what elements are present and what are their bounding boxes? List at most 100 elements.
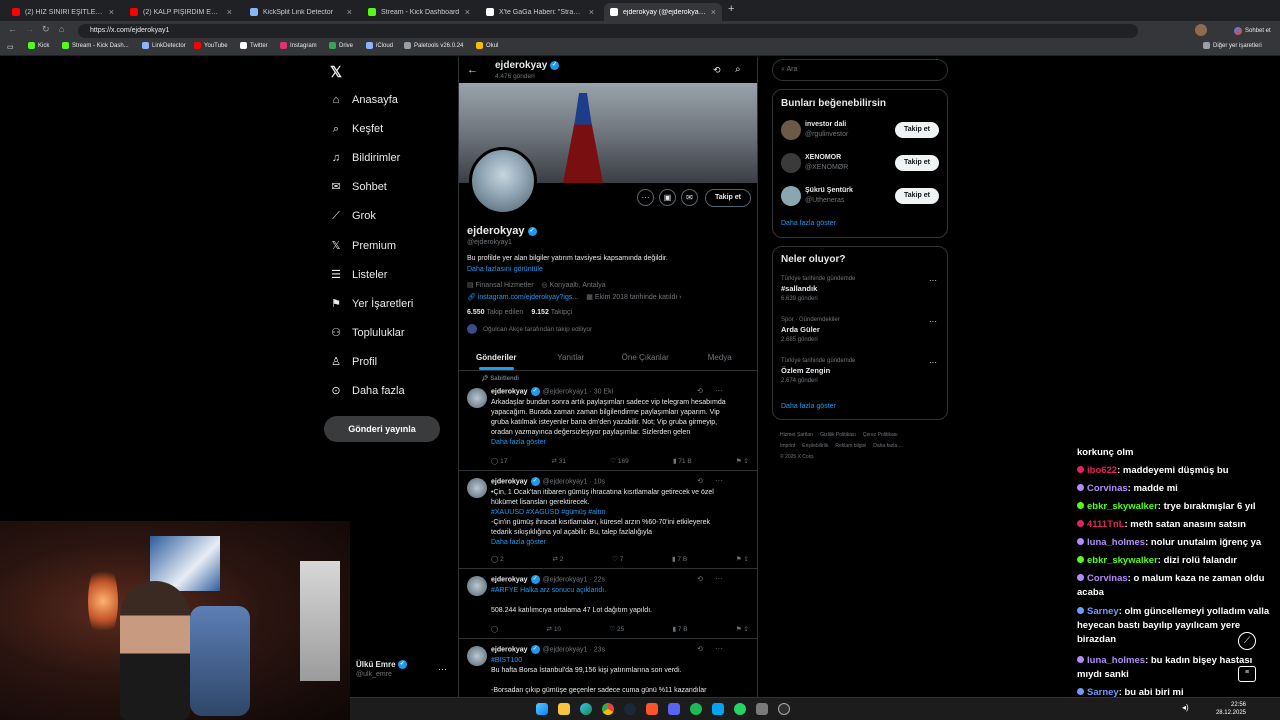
app-icon[interactable] <box>712 703 724 715</box>
tweet[interactable]: ejderokyay ✓ @ejderokyay1 · 22s ⟲ ··· #ARFYE … <box>459 569 757 639</box>
trends-more-link[interactable]: Daha fazla göster <box>781 403 836 410</box>
followers-stat[interactable]: 9.152 Takipçi <box>531 309 572 316</box>
tweet-avatar[interactable] <box>467 576 487 596</box>
url-field[interactable]: https://x.com/ejderokyay1 <box>78 24 1138 38</box>
tweet[interactable]: ejderokyay ✓ @ejderokyay1 · 23s ⟲ ··· #BIST10… <box>459 639 757 697</box>
trend-item[interactable]: Spor · Gündemdekiler Arda Güler 2.685 gönd… <box>781 317 941 343</box>
sidebar-item-grok[interactable]: ⟋ Grok <box>330 210 376 222</box>
browser-tab[interactable]: X'te GaGa Haberi: "Stranger Things" × <box>480 3 600 21</box>
sidebar-item-daha-fazla[interactable]: ⊙ Daha fazla <box>330 385 404 397</box>
apps-grid-icon[interactable]: ▭ <box>7 43 14 51</box>
sidebar-item-anasayfa[interactable]: ⌂ Anasayfa <box>330 94 398 106</box>
bookmark-icon[interactable]: ⚑ <box>736 458 744 465</box>
chat-username[interactable]: Corvinas <box>1087 573 1128 584</box>
close-tab-icon[interactable]: × <box>347 7 352 17</box>
suggestion-avatar[interactable] <box>781 120 801 140</box>
footer-link[interactable]: Daha fazla ... <box>873 443 902 449</box>
tweet-author[interactable]: ejderokyay <box>491 388 528 395</box>
close-tab-icon[interactable]: × <box>465 7 470 17</box>
sidebar-item-profil[interactable]: ♙ Profil <box>330 356 377 368</box>
reply-action[interactable]: ◯ <box>491 625 498 633</box>
footer-link[interactable]: Çerez Politikası <box>863 432 898 438</box>
more-options-icon[interactable]: ··· <box>637 189 654 206</box>
suggestion-name[interactable]: XENOMOR <box>805 154 841 161</box>
tweet-time[interactable]: 30 Eki <box>594 388 613 395</box>
chrome-icon[interactable] <box>602 703 614 715</box>
trend-item[interactable]: Türkiye tarihinde gündemde #sallandık 6.63… <box>781 276 941 302</box>
chat-username[interactable]: ibo622 <box>1087 465 1117 476</box>
message-icon[interactable]: ✉ <box>681 189 698 206</box>
suggestion-name[interactable]: investor dali <box>805 121 846 128</box>
bookmark-item[interactable]: iCloud <box>366 42 393 49</box>
edge-icon[interactable] <box>580 703 592 715</box>
profile-tab[interactable]: Medya <box>683 345 758 370</box>
chat-username[interactable]: ebkr_skywalker <box>1087 555 1158 566</box>
sidebar-item-sohbet[interactable]: ✉ Sohbet <box>330 181 386 193</box>
footer-link[interactable]: © 2025 X Corp. <box>780 454 815 460</box>
tweet-time[interactable]: 23s <box>594 646 605 653</box>
chat-username[interactable]: Sarney <box>1087 606 1119 617</box>
bookmark-icon[interactable]: ⚑ <box>736 626 744 633</box>
sidebar-item-premium[interactable]: 𝕏 Premium <box>330 240 396 252</box>
close-tab-icon[interactable]: × <box>109 7 114 17</box>
tweet-author[interactable]: ejderokyay <box>491 646 528 653</box>
close-tab-icon[interactable]: × <box>711 7 716 17</box>
repost-action[interactable]: ⇄ 10 <box>547 625 562 633</box>
trend-item[interactable]: Türkiye tarihinde gündemde Özlem Zengin 2.… <box>781 358 941 384</box>
file-explorer-icon[interactable] <box>558 703 570 715</box>
bookmark-item[interactable]: Stream - Kick Dash... <box>62 42 129 49</box>
bio-more-link[interactable]: Daha fazlasını görüntüle <box>467 266 543 273</box>
share-icon[interactable]: ⇪ <box>744 556 749 563</box>
reply-action[interactable]: ◯ 2 <box>491 555 504 563</box>
obs-icon[interactable] <box>778 703 790 715</box>
sidebar-item-bildirimler[interactable]: ♫ Bildirimler <box>330 152 400 164</box>
reply-action[interactable]: ◯ 17 <box>491 457 507 465</box>
forward-icon[interactable]: → <box>25 24 34 34</box>
footer-link[interactable]: Hizmet Şartları <box>780 432 813 438</box>
profile-avatar[interactable] <box>469 147 537 215</box>
home-icon[interactable]: ⌂ <box>59 24 64 34</box>
follow-suggestion-button[interactable]: Takip et <box>895 188 939 204</box>
views-action[interactable]: ▮ 7 B <box>672 625 687 633</box>
search-icon[interactable]: ⌕ <box>735 64 741 75</box>
settings-icon[interactable] <box>756 703 768 715</box>
brave-icon[interactable] <box>646 703 658 715</box>
repost-action[interactable]: ⇄ 2 <box>552 555 563 563</box>
bookmark-item[interactable]: Kick <box>28 42 49 49</box>
browser-tab[interactable]: (2) KALP PİŞİRDİM EKİP YAN YATT × <box>124 3 238 21</box>
chat-username[interactable]: luna_holmes <box>1087 537 1145 548</box>
tweet-time[interactable]: 22s <box>594 576 605 583</box>
chat-username[interactable]: ebkr_skywalker <box>1087 501 1158 512</box>
more-icon[interactable]: ··· <box>929 358 937 367</box>
tweet-avatar[interactable] <box>467 478 487 498</box>
tweet[interactable]: 📌︎ Sabitlendi ejderokyay ✓ @ejderokyay1 · 3… <box>459 372 757 471</box>
bookmark-item[interactable]: Twitter <box>240 42 268 49</box>
tweet-author[interactable]: ejderokyay <box>491 576 528 583</box>
browser-tab[interactable]: Stream - Kick Dashboard × <box>362 3 476 21</box>
profile-tab[interactable]: Öne Çıkanlar <box>608 345 683 370</box>
steam-icon[interactable] <box>624 703 636 715</box>
bookmark-item[interactable]: Paletools v26.0.24 <box>404 42 463 49</box>
tweet-time[interactable]: 10s <box>594 478 605 485</box>
other-bookmarks[interactable]: Diğer yer işaretleri <box>1203 42 1262 49</box>
profile-link[interactable]: 🔗︎ instagram.com/ejderokyay?igs... <box>467 293 578 301</box>
more-icon[interactable]: ··· <box>929 317 937 326</box>
bookmark-icon[interactable]: ⚑ <box>736 556 744 563</box>
footer-link[interactable]: Gizlilik Politikası <box>820 432 856 438</box>
bookmark-item[interactable]: YouTube <box>194 42 228 49</box>
chat-username[interactable]: Corvinas <box>1087 483 1128 494</box>
browser-tab[interactable]: (2) HIZ SINIRI EŞİTLENMELİ | 5Sri × <box>6 3 120 21</box>
discord-icon[interactable] <box>668 703 680 715</box>
sohbet-et-chip[interactable]: Sohbet et <box>1230 24 1275 37</box>
followed-by[interactable]: Oğulcan Akçe tarafından takip ediliyor <box>467 324 592 334</box>
like-action[interactable]: ♡ 25 <box>609 625 624 633</box>
repost-action[interactable]: ⇄ 31 <box>552 457 567 465</box>
chat-message-icon[interactable]: ≡ <box>1238 666 1256 682</box>
whatsapp-icon[interactable] <box>734 703 746 715</box>
browser-profile-avatar[interactable] <box>1195 24 1207 36</box>
x-logo-icon[interactable]: 𝕏 <box>330 63 342 81</box>
footer-link[interactable]: Reklam bilgisi <box>835 443 866 449</box>
show-more-link[interactable]: Daha fazla göster <box>491 438 741 448</box>
back-arrow-icon[interactable]: ← <box>467 64 478 76</box>
footer-link[interactable]: Erişilebilirlik <box>802 443 828 449</box>
